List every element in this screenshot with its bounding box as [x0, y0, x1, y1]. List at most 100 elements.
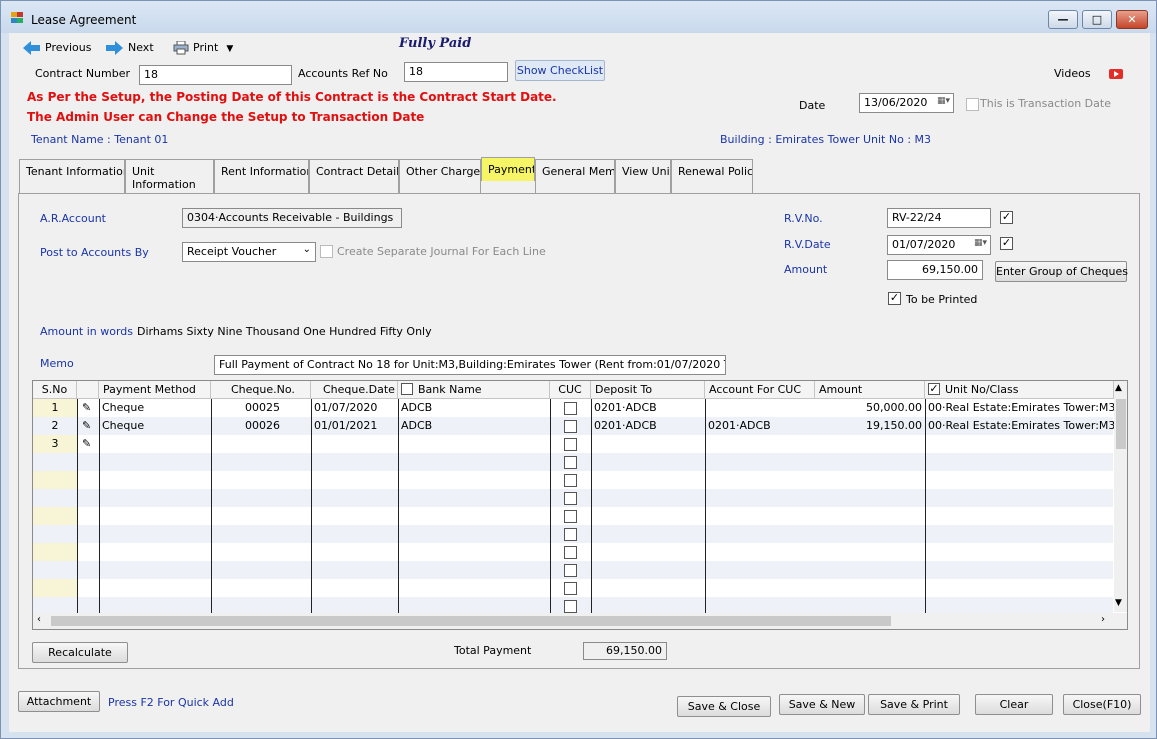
cell-deposit-to[interactable]: 0201·ADCB — [591, 399, 705, 417]
cuc-checkbox[interactable] — [564, 582, 577, 595]
recalculate-button[interactable]: Recalculate — [32, 642, 128, 663]
col-header-unit-no-class[interactable]: ✓ Unit No/Class — [925, 381, 1114, 399]
enter-group-of-cheques-button[interactable]: Enter Group of Cheques — [995, 261, 1128, 282]
edit-row-icon[interactable]: ✎ — [79, 399, 99, 417]
col-header-cheque-no[interactable]: Cheque.No. — [211, 381, 311, 399]
next-label: Next — [128, 41, 154, 54]
edit-row-icon[interactable]: ✎ — [79, 435, 99, 453]
unit-class-header-checkbox[interactable]: ✓ — [928, 383, 940, 395]
grid-line — [550, 399, 551, 613]
horizontal-scroll-thumb[interactable] — [51, 616, 891, 626]
col-header-payment-method[interactable]: Payment Method — [99, 381, 211, 399]
maximize-button[interactable]: □ — [1082, 10, 1112, 29]
close-button[interactable]: Close(F10) — [1063, 694, 1141, 715]
chevron-left-icon[interactable]: ‹ — [37, 614, 41, 625]
cuc-checkbox[interactable] — [564, 438, 577, 451]
cuc-checkbox[interactable] — [564, 492, 577, 505]
total-payment-label: Total Payment — [454, 644, 532, 657]
tab-other-charges[interactable]: Other Charges — [399, 159, 481, 193]
cuc-checkbox[interactable] — [564, 546, 577, 559]
memo-field[interactable]: Full Payment of Contract No 18 for Unit:… — [214, 355, 726, 375]
accounts-ref-field[interactable]: 18 — [404, 62, 508, 82]
separate-journal-checkbox[interactable] — [320, 245, 333, 258]
col-header-amount[interactable]: Amount — [815, 381, 925, 399]
cell-account-for-cuc[interactable] — [705, 399, 815, 417]
chevron-up-icon[interactable]: ▲ — [1115, 383, 1122, 393]
cuc-checkbox[interactable] — [564, 402, 577, 415]
date-picker[interactable]: 13/06/2020 ▦▾ — [859, 93, 954, 113]
cell-deposit-to[interactable]: 0201·ADCB — [591, 417, 705, 435]
cell-amount[interactable]: 50,000.00 — [815, 399, 925, 417]
save-new-button[interactable]: Save & New — [779, 694, 865, 715]
tab-contract-details[interactable]: Contract Details — [309, 159, 399, 193]
rv-date-picker[interactable]: 01/07/2020 ▦▾ — [887, 235, 991, 255]
print-button[interactable]: Print ▼ — [173, 39, 233, 57]
calendar-dropdown-icon: ▦▾ — [973, 238, 987, 248]
tab-renewal-policy[interactable]: Renewal Policy — [671, 159, 753, 193]
save-print-button[interactable]: Save & Print — [868, 694, 960, 715]
cuc-checkbox[interactable] — [564, 420, 577, 433]
cell-payment-method[interactable]: Cheque — [99, 399, 211, 417]
save-close-button[interactable]: Save & Close — [677, 696, 771, 717]
minimize-button[interactable]: — — [1048, 10, 1078, 29]
previous-button[interactable]: Previous — [23, 39, 92, 57]
cell-bank-name[interactable]: ADCB — [398, 399, 550, 417]
col-header-deposit-to[interactable]: Deposit To — [591, 381, 705, 399]
cell-bank-name[interactable]: ADCB — [398, 417, 550, 435]
cell-amount[interactable]: 19,150.00 — [815, 417, 925, 435]
cuc-checkbox[interactable] — [564, 600, 577, 613]
col-header-cuc[interactable]: CUC — [550, 381, 591, 399]
tab-rent-information[interactable]: Rent Information — [214, 159, 309, 193]
cell-cheque-date[interactable]: 01/07/2020 — [311, 399, 398, 417]
cuc-checkbox[interactable] — [564, 510, 577, 523]
amount-field[interactable]: 69,150.00 — [887, 260, 983, 280]
videos-label[interactable]: Videos — [1054, 67, 1091, 80]
attachment-button[interactable]: Attachment — [18, 691, 100, 712]
tab-tenant-information[interactable]: Tenant Information — [19, 159, 125, 193]
cuc-checkbox[interactable] — [564, 456, 577, 469]
cell-account-for-cuc[interactable]: 0201·ADCB — [705, 417, 815, 435]
clear-button[interactable]: Clear — [975, 694, 1053, 715]
to-be-printed-label: To be Printed — [906, 293, 978, 306]
tab-view-unit[interactable]: View Unit — [615, 159, 671, 193]
bank-name-header-checkbox[interactable] — [401, 383, 413, 395]
rv-no-checkbox[interactable]: ✓ — [1000, 211, 1013, 224]
col-header-account-for-cuc[interactable]: Account For CUC — [705, 381, 815, 399]
close-icon: ✕ — [1127, 13, 1137, 26]
edit-row-icon[interactable]: ✎ — [79, 417, 99, 435]
cell-unit-no-class[interactable]: 00·Real Estate:Emirates Tower:M3 — [925, 417, 1114, 435]
col-header-bank-name[interactable]: Bank Name — [398, 381, 550, 399]
ar-account-label: A.R.Account — [40, 212, 106, 225]
next-button[interactable]: Next — [106, 39, 154, 57]
cell-cheque-no[interactable]: 00025 — [211, 399, 311, 417]
cell-cheque-no[interactable]: 00026 — [211, 417, 311, 435]
cell-payment-method[interactable]: Cheque — [99, 417, 211, 435]
chevron-right-icon[interactable]: › — [1101, 614, 1105, 625]
tab-payment[interactable]: Payment — [481, 157, 535, 181]
show-checklist-button[interactable]: Show CheckList — [515, 60, 605, 81]
cell-unit-no-class[interactable]: 00·Real Estate:Emirates Tower:M3 — [925, 399, 1114, 417]
cuc-checkbox[interactable] — [564, 528, 577, 541]
close-window-button[interactable]: ✕ — [1116, 10, 1148, 29]
vertical-scrollbar[interactable]: ▲ ▼ — [1114, 381, 1127, 612]
contract-number-field[interactable]: 18 — [139, 65, 292, 85]
tab-unit-information[interactable]: Unit Information — [125, 159, 214, 193]
rv-no-field[interactable]: RV-22/24 — [887, 208, 991, 228]
cuc-checkbox[interactable] — [564, 474, 577, 487]
ar-account-field[interactable]: 0304·Accounts Receivable - Buildings — [182, 208, 402, 228]
col-header-sno[interactable]: S.No — [33, 381, 77, 399]
rv-date-checkbox[interactable]: ✓ — [1000, 237, 1013, 250]
post-to-accounts-select[interactable]: Receipt Voucher ⌄ — [182, 242, 316, 262]
cuc-checkbox[interactable] — [564, 564, 577, 577]
vertical-scroll-thumb[interactable] — [1116, 399, 1126, 449]
transaction-date-checkbox[interactable] — [966, 98, 979, 111]
horizontal-scrollbar[interactable]: ‹ › — [33, 613, 1127, 629]
chevron-down-icon: ▼ — [226, 44, 234, 54]
col-header-cheque-date[interactable]: Cheque.Date — [311, 381, 398, 399]
cell-cheque-date[interactable]: 01/01/2021 — [311, 417, 398, 435]
to-be-printed-checkbox[interactable]: ✓ — [888, 292, 901, 305]
tab-general-memo[interactable]: General Memo — [535, 159, 615, 193]
cell-sno: 1 — [51, 401, 59, 414]
chevron-down-icon[interactable]: ▼ — [1115, 598, 1122, 608]
youtube-icon[interactable] — [1109, 69, 1123, 79]
